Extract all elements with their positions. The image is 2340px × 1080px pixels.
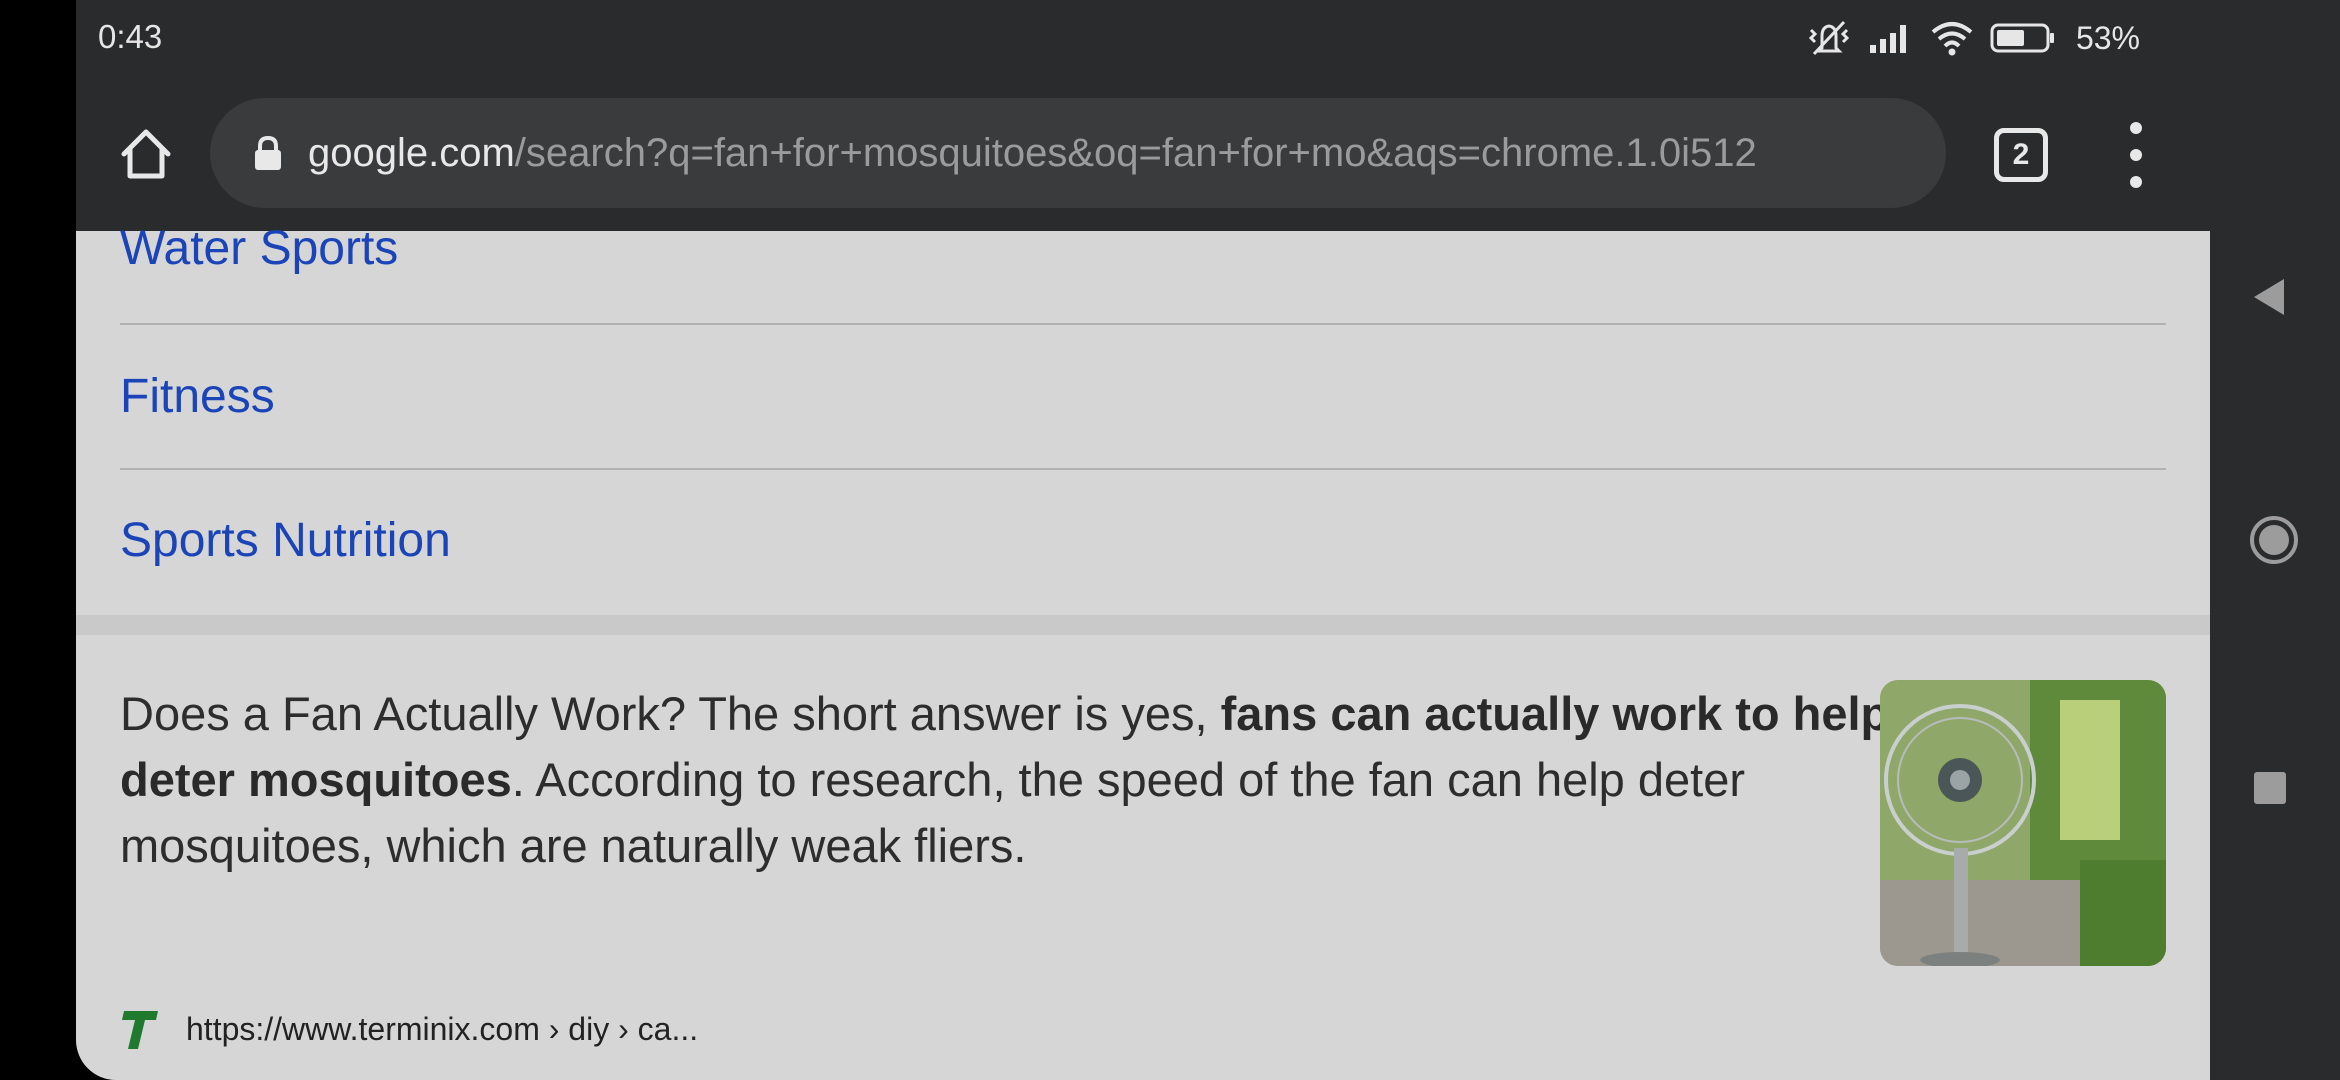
home-circle-icon[interactable] [2248,514,2300,566]
recents-icon[interactable] [2248,766,2292,810]
divider [120,468,2166,470]
terminix-logo-icon [122,1011,158,1049]
signal-icon [1869,25,1906,53]
silent-vibrate-icon [1808,20,1850,56]
system-navigation-bar [2210,0,2340,1080]
wifi-icon [1931,22,1973,56]
menu-dot-icon [2130,149,2142,161]
category-link-water-sports[interactable]: Water Sports [120,221,398,276]
snippet-thumbnail[interactable] [1880,680,2166,966]
browser-toolbar: google.com/search?q=fan+for+mosquitoes&o… [76,76,2210,231]
status-bar: 0:43 53% [76,0,2210,76]
url-domain: google.com [308,130,515,175]
status-time: 0:43 [98,18,163,55]
category-link-fitness[interactable]: Fitness [120,369,275,424]
snippet-text-start: Does a Fan Actually Work? The short answ… [120,687,1221,740]
source-url: https://www.terminix.com › diy › ca... [186,1010,699,1047]
overflow-menu-button[interactable] [2116,122,2156,188]
address-bar[interactable]: google.com/search?q=fan+for+mosquitoes&o… [210,98,1946,208]
category-link-sports-nutrition[interactable]: Sports Nutrition [120,513,451,568]
phone-screen: 0:43 53% google.com/search?q=fan+for+mos… [76,0,2210,1080]
back-icon[interactable] [2248,275,2292,319]
battery-icon [1990,23,2054,53]
menu-dot-icon [2130,176,2142,188]
menu-dot-icon [2130,122,2142,134]
tab-switcher-button[interactable]: 2 [1994,128,2048,182]
home-button[interactable] [110,118,182,190]
battery-percentage: 53% [2075,19,2140,56]
status-icons: 53% [1806,18,2140,58]
section-separator [76,615,2210,635]
home-icon [121,129,171,179]
snippet-source[interactable]: https://www.terminix.com › diy › ca... [120,1007,698,1051]
divider [120,323,2166,325]
fan-image-icon [1880,680,2166,966]
lock-icon [255,135,281,170]
page-content: Water Sports Fitness Sports Nutrition Do… [76,222,2210,1080]
url-text: google.com/search?q=fan+for+mosquitoes&o… [308,131,1757,176]
url-path: /search?q=fan+for+mosquitoes&oq=fan+for+… [514,130,1757,175]
featured-snippet-text: Does a Fan Actually Work? The short answ… [120,681,1920,879]
